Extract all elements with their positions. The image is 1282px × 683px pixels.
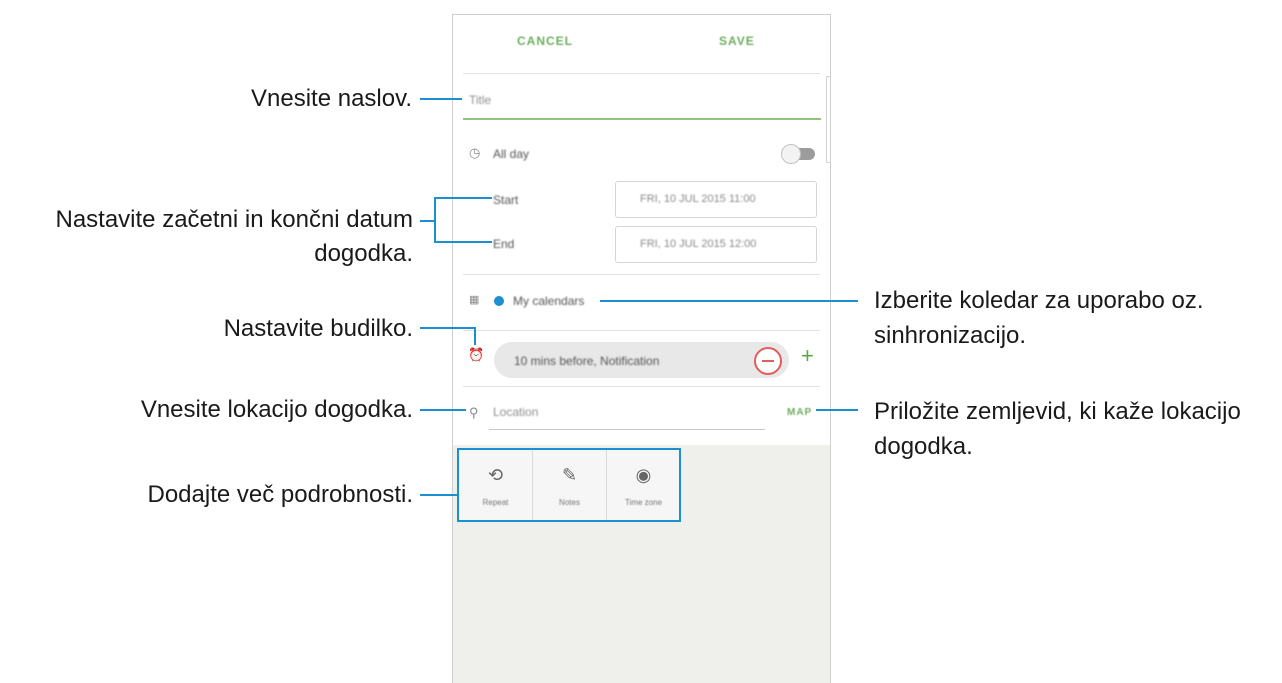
scrollbar[interactable]: [826, 76, 830, 163]
location-pin-icon: ⚲: [469, 405, 479, 420]
annotation-more-details: Dodajte več podrobnosti.: [147, 481, 414, 508]
title-underline: [463, 118, 821, 120]
add-reminder-button[interactable]: +: [801, 343, 814, 369]
callout-bracket-start: [434, 197, 492, 199]
end-date-value: FRI, 10 JUL 2015 12:00: [640, 238, 757, 250]
reminder-pill[interactable]: 10 mins before, Notification: [494, 342, 789, 378]
annotation-calendar-line2: sinhronizacijo.: [874, 322, 1027, 349]
divider: [463, 330, 820, 331]
time-zone-button[interactable]: ◉ Time zone: [607, 450, 680, 520]
notes-icon: ✎: [561, 465, 578, 485]
clock-icon: ◷: [469, 145, 481, 160]
annotation-map-line1: Priložite zemljevid, ki kaže lokacijo: [874, 398, 1241, 425]
callout-line-map: [816, 409, 858, 411]
remove-reminder-button[interactable]: [754, 347, 782, 375]
divider: [463, 73, 820, 74]
reminder-text: 10 mins before, Notification: [514, 354, 660, 368]
map-button[interactable]: MAP: [787, 407, 812, 418]
toggle-knob: [781, 144, 801, 164]
location-underline: [489, 429, 765, 430]
start-date-value: FRI, 10 JUL 2015 11:00: [640, 193, 756, 205]
repeat-button[interactable]: ⟲ Repeat: [459, 450, 532, 520]
callout-line-calendar: [600, 300, 858, 302]
all-day-label: All day: [493, 147, 530, 161]
annotation-location: Vnesite lokacijo dogodka.: [140, 396, 413, 423]
location-input[interactable]: Location: [493, 405, 538, 419]
time-zone-icon: ◉: [635, 465, 652, 485]
callout-line-alarm: [420, 327, 476, 329]
more-details-panel: ⟲ Repeat ✎ Notes ◉ Time zone: [457, 448, 681, 522]
callout-bracket-end: [434, 241, 492, 243]
event-form: CANCEL SAVE Title ◷ All day Start FRI, 1…: [453, 15, 830, 445]
save-button[interactable]: SAVE: [719, 34, 755, 48]
notes-button[interactable]: ✎ Notes: [533, 450, 606, 520]
callout-bracket-dates: [434, 197, 436, 243]
repeat-icon: ⟲: [487, 465, 504, 485]
repeat-label: Repeat: [482, 498, 509, 507]
notes-label: Notes: [559, 498, 580, 507]
annotation-dates-line2: dogodka.: [314, 240, 413, 267]
end-date-field[interactable]: FRI, 10 JUL 2015 12:00: [615, 226, 817, 263]
divider: [463, 386, 820, 387]
start-label: Start: [493, 193, 519, 207]
all-day-toggle[interactable]: [781, 144, 815, 164]
start-date-field[interactable]: FRI, 10 JUL 2015 11:00: [615, 181, 817, 218]
calendar-icon: ▦: [469, 294, 480, 306]
callout-line-title: [420, 98, 462, 100]
divider: [463, 274, 820, 275]
callout-line-alarm-drop: [474, 327, 476, 345]
annotation-title: Vnesite naslov.: [251, 85, 412, 112]
calendar-selector[interactable]: My calendars: [513, 294, 584, 308]
time-zone-label: Time zone: [624, 498, 663, 507]
callout-line-more: [420, 494, 458, 496]
top-bar: CANCEL SAVE: [453, 15, 830, 73]
cancel-button[interactable]: CANCEL: [517, 34, 573, 48]
annotation-alarm: Nastavite budilko.: [223, 315, 413, 342]
calendar-color-dot: [494, 296, 504, 306]
phone-screen: CANCEL SAVE Title ◷ All day Start FRI, 1…: [452, 14, 831, 683]
end-label: End: [493, 237, 515, 251]
annotation-map-line2: dogodka.: [874, 433, 973, 460]
alarm-icon: ⏰: [468, 347, 485, 362]
annotation-dates-line1: Nastavite začetni in končni datum: [55, 206, 413, 233]
annotation-calendar-line1: Izberite koledar za uporabo oz.: [874, 287, 1204, 314]
callout-line-location: [420, 409, 466, 411]
title-input[interactable]: Title: [469, 93, 491, 107]
